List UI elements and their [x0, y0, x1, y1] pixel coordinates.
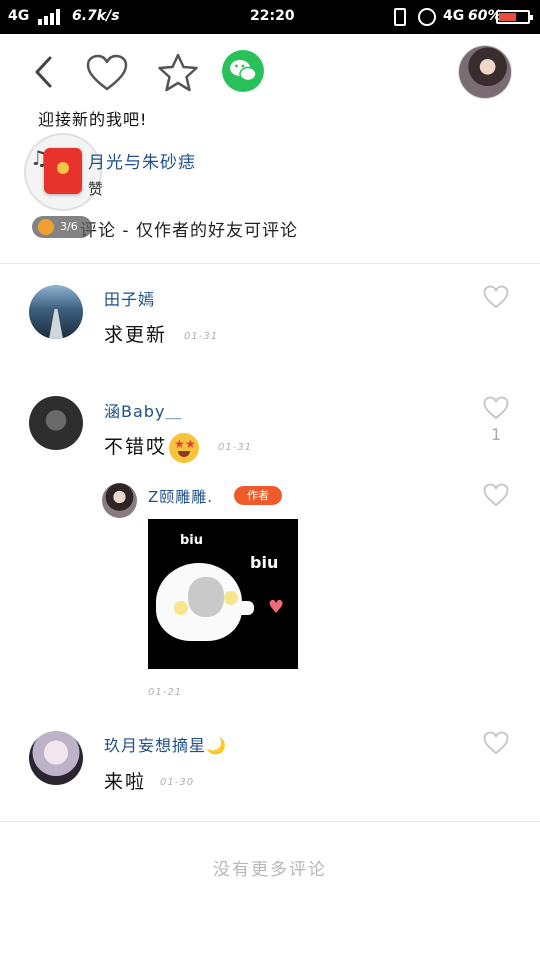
sticker-text: biu	[180, 533, 204, 548]
author-tag: 作者	[234, 486, 282, 505]
no-more-comments: 没有更多评论	[213, 860, 327, 880]
like-label: 赞	[88, 180, 104, 198]
charging-icon	[394, 8, 406, 26]
comment-username[interactable]: 田子嫣	[104, 286, 155, 310]
back-icon[interactable]	[28, 52, 62, 92]
author-avatar[interactable]	[458, 45, 512, 99]
network-label-secondary: 4G	[443, 8, 465, 24]
comment-rule-text: 评论 - 仅作者的好友可评论	[80, 221, 298, 241]
reward-count: 3/6	[60, 220, 78, 233]
heart-icon[interactable]	[483, 483, 509, 507]
status-bar: 4G 6.7k/s 22:20 4G 60%	[0, 0, 540, 34]
avatar[interactable]	[102, 483, 137, 518]
comment-time: 01-30	[160, 777, 195, 788]
coin-icon	[38, 219, 54, 235]
comment-username[interactable]: 玖月妄想摘星🌙	[104, 732, 227, 756]
heart-icon[interactable]	[483, 731, 509, 755]
reply-username[interactable]: Z颐雕雕.	[148, 486, 213, 507]
divider	[0, 263, 540, 264]
avatar[interactable]	[29, 396, 83, 450]
avatar[interactable]	[29, 285, 83, 339]
heart-icon[interactable]	[483, 396, 509, 420]
alarm-icon	[418, 8, 436, 26]
comment-text: 不错哎	[104, 436, 168, 458]
comment-time: 01-31	[218, 442, 253, 453]
reply-time: 01-21	[148, 687, 183, 698]
sticker-cheek	[174, 601, 188, 615]
comment-content: 不错哎	[104, 432, 200, 463]
star-struck-emoji-icon	[169, 432, 200, 463]
pink-heart-icon: ♥	[268, 597, 285, 618]
divider	[0, 821, 540, 822]
like-count: 1	[491, 425, 502, 444]
comment-content: 来啦	[104, 771, 147, 793]
comment-content: 求更新	[104, 324, 168, 346]
clock: 22:20	[250, 8, 295, 24]
sticker-image[interactable]: biu biu ♥	[148, 519, 298, 669]
battery-icon	[496, 10, 533, 24]
network-speed: 6.7k/s	[72, 8, 120, 24]
reward-badge[interactable]: 3/6	[32, 216, 92, 238]
red-packet-icon[interactable]	[44, 148, 82, 194]
post-title: 迎接新的我吧!	[38, 110, 148, 129]
comment-username[interactable]: 涵Baby＿	[104, 398, 182, 422]
sticker-text: biu	[250, 553, 279, 572]
wechat-share-button[interactable]	[222, 50, 264, 92]
heart-icon[interactable]	[483, 285, 509, 309]
favorite-star-icon[interactable]	[156, 52, 200, 94]
like-heart-icon[interactable]	[86, 54, 128, 92]
sticker-face	[188, 577, 224, 617]
sticker-hand	[234, 601, 254, 615]
network-label: 4G	[8, 8, 30, 24]
wechat-icon	[230, 60, 257, 82]
music-title[interactable]: 月光与朱砂痣	[88, 148, 196, 173]
avatar[interactable]	[29, 731, 83, 785]
signal-icon	[38, 9, 62, 25]
comment-time: 01-31	[184, 331, 219, 342]
